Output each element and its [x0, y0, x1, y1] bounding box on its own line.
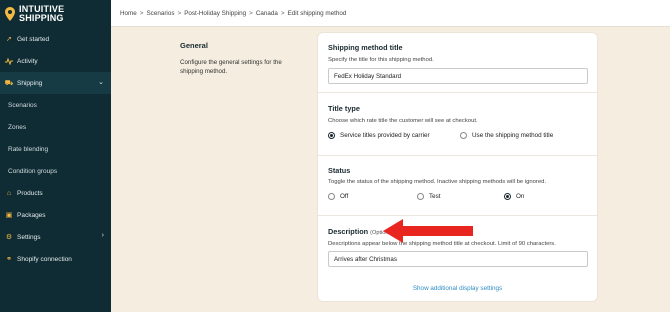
brand-logo[interactable]: INTUITIVE SHIPPING: [0, 0, 111, 28]
field-description: Toggle the status of the shipping method…: [328, 179, 547, 185]
breadcrumb-separator: >: [177, 9, 182, 17]
radio-dot: [504, 193, 511, 200]
breadcrumb-current: Edit shipping method: [287, 9, 347, 17]
brand-line2: SHIPPING: [19, 13, 64, 23]
shipping-method-title-input[interactable]: FedEx Holiday Standard: [328, 68, 588, 84]
chevron-right-icon: ›: [101, 232, 104, 239]
field-title: Status: [328, 166, 351, 175]
shipping-method-title-block: Shipping method title Specify the title …: [318, 33, 597, 93]
settings-card: Shipping method title Specify the title …: [318, 33, 597, 301]
general-section-header: General Configure the general settings f…: [180, 41, 300, 76]
breadcrumb-separator: >: [139, 9, 144, 17]
title-type-block: Title type Choose which rate title the c…: [318, 93, 597, 156]
radio-label: Use the shipping method title: [472, 132, 554, 139]
show-additional-settings-link[interactable]: Show additional display settings: [318, 285, 597, 292]
sidebar-item-shopify-connection[interactable]: ⚭ Shopify connection: [0, 248, 111, 270]
field-title: Shipping method title: [328, 43, 403, 52]
sidebar-item-activity[interactable]: Activity: [0, 50, 111, 72]
sidebar-item-label: Get started: [17, 35, 50, 43]
sidebar-nav: ➚ Get started Activity ⛟ Shipping ⌄ Scen…: [0, 28, 111, 270]
sidebar-item-label: Products: [17, 189, 43, 197]
breadcrumb-scenario[interactable]: Post-Holiday Shipping: [184, 10, 246, 17]
radio-status-on[interactable]: On: [504, 193, 524, 200]
breadcrumb-separator: >: [249, 9, 253, 17]
sidebar-item-packages[interactable]: ▣ Packages: [0, 204, 111, 226]
field-title: Title type: [328, 104, 360, 113]
description-input[interactable]: Arrives after Christmas: [328, 251, 588, 267]
activity-icon: [5, 57, 13, 65]
sidebar-item-settings[interactable]: ⚙ Settings ›: [0, 226, 111, 248]
brand-name: INTUITIVE SHIPPING: [19, 5, 64, 23]
sidebar-item-label: Shipping: [17, 79, 43, 87]
sidebar-item-label: Packages: [17, 211, 46, 219]
tag-icon: ⌂: [6, 189, 12, 197]
sidebar: INTUITIVE SHIPPING ➚ Get started Activit…: [0, 0, 111, 312]
link-icon: ⚭: [6, 256, 12, 263]
annotation-arrow-icon: [383, 219, 473, 243]
radio-label: On: [516, 193, 525, 200]
sidebar-item-condition-groups[interactable]: Condition groups: [0, 160, 111, 182]
radio-status-off[interactable]: Off: [328, 193, 348, 200]
breadcrumb: Home > Scenarios > Post-Holiday Shipping…: [111, 0, 670, 27]
truck-icon: ⛟: [4, 79, 14, 87]
radio-dot: [460, 132, 467, 139]
sidebar-item-label: Settings: [17, 233, 41, 241]
sidebar-item-zones[interactable]: Zones: [0, 116, 111, 138]
section-description: Configure the general settings for the s…: [180, 59, 282, 75]
radio-carrier-titles[interactable]: Service titles provided by carrier: [328, 132, 430, 139]
breadcrumb-separator: >: [280, 9, 285, 17]
sidebar-item-get-started[interactable]: ➚ Get started: [0, 28, 111, 50]
status-block: Status Toggle the status of the shipping…: [318, 156, 597, 216]
chevron-down-icon: ⌄: [98, 79, 104, 86]
sidebar-item-label: Shopify connection: [17, 255, 72, 263]
gear-icon: ⚙: [5, 234, 13, 241]
rocket-icon: ➚: [6, 36, 12, 43]
field-title-text: Description: [328, 227, 369, 236]
radio-dot: [328, 193, 335, 200]
radio-dot: [328, 132, 335, 139]
radio-label: Off: [340, 193, 349, 200]
sidebar-item-shipping[interactable]: ⛟ Shipping ⌄: [0, 72, 111, 94]
location-pin-icon: [5, 7, 15, 21]
field-description: Choose which rate title the customer wil…: [328, 118, 478, 124]
breadcrumb-home[interactable]: Home: [120, 10, 137, 17]
radio-status-test[interactable]: Test: [417, 193, 441, 200]
radio-label: Service titles provided by carrier: [340, 132, 430, 139]
package-icon: ▣: [5, 212, 13, 219]
radio-method-title[interactable]: Use the shipping method title: [460, 132, 553, 139]
radio-label: Test: [429, 193, 441, 200]
sidebar-item-label: Activity: [17, 57, 38, 65]
radio-dot: [417, 193, 424, 200]
section-title: General: [180, 41, 208, 50]
field-description: Specify the title for this shipping meth…: [328, 57, 434, 63]
sidebar-item-products[interactable]: ⌂ Products: [0, 182, 111, 204]
breadcrumb-scenarios[interactable]: Scenarios: [146, 10, 174, 17]
breadcrumb-zone[interactable]: Canada: [256, 10, 278, 17]
sidebar-item-rate-blending[interactable]: Rate blending: [0, 138, 111, 160]
sidebar-item-scenarios[interactable]: Scenarios: [0, 94, 111, 116]
